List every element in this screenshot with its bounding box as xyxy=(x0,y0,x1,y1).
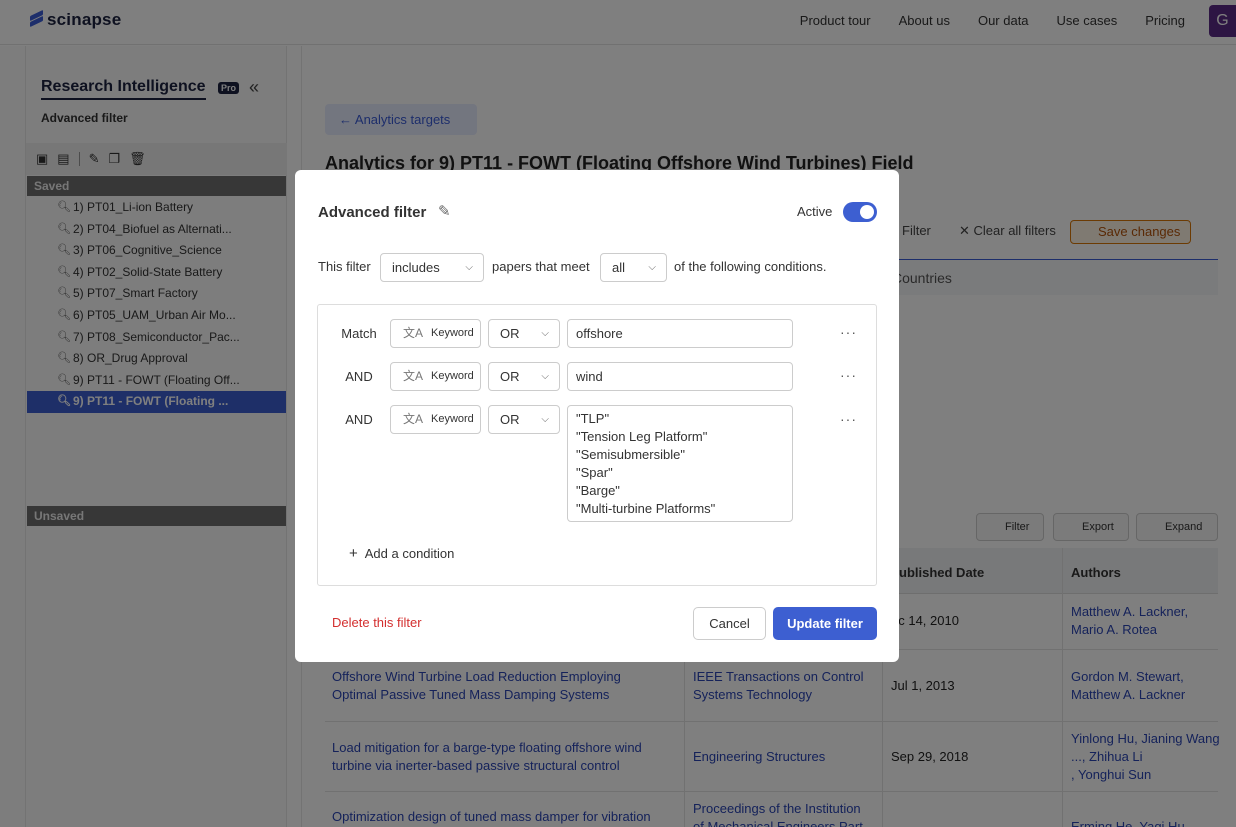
sentence-suffix: of the following conditions. xyxy=(674,259,827,274)
meet-select[interactable]: all ⌵ xyxy=(600,253,667,282)
active-label: Active xyxy=(797,204,833,219)
advanced-filter-modal: Advanced filter ✎ Active This filter inc… xyxy=(295,170,899,662)
translate-icon: 文A xyxy=(403,412,424,426)
sentence-mid: papers that meet xyxy=(492,259,590,274)
chevron-down-icon: ⌵ xyxy=(648,262,656,273)
chevron-down-icon: ⌵ xyxy=(541,371,549,382)
condition-label: AND xyxy=(345,369,373,384)
more-options-icon[interactable]: ··· xyxy=(840,367,857,383)
keyword-input[interactable]: wind xyxy=(567,362,793,391)
plus-icon: + xyxy=(349,545,358,562)
more-options-icon[interactable]: ··· xyxy=(840,324,857,340)
delete-filter-button[interactable]: Delete this filter xyxy=(332,615,422,630)
toggle-knob xyxy=(860,205,874,219)
update-filter-button[interactable]: Update filter xyxy=(773,607,877,640)
keyword-textarea[interactable]: "TLP" "Tension Leg Platform" "Semisubmer… xyxy=(567,405,793,522)
field-select[interactable]: 文A Keyword xyxy=(390,362,481,391)
sentence-prefix: This filter xyxy=(318,259,371,274)
field-select[interactable]: 文A Keyword xyxy=(390,405,481,434)
translate-icon: 文A xyxy=(403,326,424,340)
cancel-button[interactable]: Cancel xyxy=(693,607,766,640)
more-options-icon[interactable]: ··· xyxy=(840,411,857,427)
field-select[interactable]: 文A Keyword xyxy=(390,319,481,348)
modal-title: Advanced filter xyxy=(318,204,427,221)
chevron-down-icon: ⌵ xyxy=(541,414,549,425)
translate-icon: 文A xyxy=(403,369,424,383)
operator-select[interactable]: OR ⌵ xyxy=(488,405,560,434)
add-condition-button[interactable]: + Add a condition xyxy=(349,545,454,562)
operator-select[interactable]: OR ⌵ xyxy=(488,362,560,391)
chevron-down-icon: ⌵ xyxy=(465,262,473,273)
keyword-input[interactable]: offshore xyxy=(567,319,793,348)
condition-label: Match xyxy=(341,326,377,341)
active-toggle[interactable] xyxy=(843,202,877,222)
operator-select[interactable]: OR ⌵ xyxy=(488,319,560,348)
chevron-down-icon: ⌵ xyxy=(541,328,549,339)
edit-title-icon[interactable]: ✎ xyxy=(438,202,451,220)
condition-label: AND xyxy=(345,412,373,427)
includes-select[interactable]: includes ⌵ xyxy=(380,253,484,282)
conditions-box: Match 文A Keyword OR ⌵ offshore ··· AND 文A K… xyxy=(317,304,877,586)
